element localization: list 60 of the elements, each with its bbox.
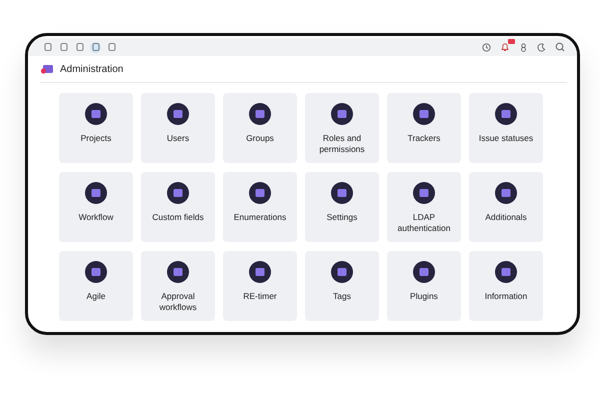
circle-icon — [413, 103, 435, 125]
circle-icon — [331, 261, 353, 283]
tile-label: Custom fields — [151, 212, 205, 223]
tile-label: Plugins — [409, 291, 439, 302]
admin-tile[interactable]: Plugins — [387, 251, 461, 321]
admin-tile[interactable]: Enumerations — [223, 172, 297, 242]
tile-label: Roles and permissions — [318, 133, 366, 155]
tile-label: Additionals — [484, 212, 528, 223]
moon-icon[interactable] — [537, 42, 546, 52]
page-title: Administration — [60, 64, 124, 74]
admin-tile[interactable]: Trackers — [387, 93, 461, 163]
admin-tile[interactable]: Tags — [305, 251, 379, 321]
admin-icon — [40, 63, 54, 75]
circle-icon — [167, 103, 189, 125]
clock-icon[interactable] — [482, 42, 491, 52]
admin-tile[interactable]: Workflow — [59, 172, 133, 242]
circle-icon — [85, 261, 107, 283]
bell-icon[interactable] — [500, 42, 510, 52]
admin-tile[interactable]: Custom fields — [141, 172, 215, 242]
circle-icon — [495, 103, 517, 125]
circle-icon — [331, 182, 353, 204]
tile-label: Agile — [86, 291, 106, 302]
admin-tile[interactable]: LDAP authentication — [387, 172, 461, 242]
admin-tile[interactable]: Approval workflows — [141, 251, 215, 321]
search-icon[interactable] — [555, 42, 565, 52]
tile-label: Groups — [245, 133, 275, 144]
admin-tile[interactable]: Groups — [223, 93, 297, 163]
circle-icon — [167, 261, 189, 283]
tile-label: Workflow — [78, 212, 114, 223]
admin-tile[interactable]: RE-timer — [223, 251, 297, 321]
tile-label: Tags — [332, 291, 352, 302]
circle-icon — [167, 182, 189, 204]
tile-label: Projects — [80, 133, 112, 144]
tile-label: Settings — [326, 212, 358, 223]
admin-tile[interactable]: Settings — [305, 172, 379, 242]
tile-label: Information — [484, 291, 528, 302]
circle-icon — [413, 261, 435, 283]
tile-label: RE-timer — [242, 291, 278, 302]
circle-icon — [495, 182, 517, 204]
tile-label: Trackers — [406, 133, 442, 144]
tile-label: Approval workflows — [158, 291, 198, 313]
circle-icon — [249, 103, 271, 125]
circle-icon — [85, 182, 107, 204]
tile-label: Enumerations — [232, 212, 288, 223]
circle-icon — [85, 103, 107, 125]
tile-label: Users — [166, 133, 190, 144]
admin-tile[interactable]: Information — [469, 251, 543, 321]
admin-tile[interactable]: Additionals — [469, 172, 543, 242]
circle-icon — [249, 182, 271, 204]
admin-tile[interactable]: Users — [141, 93, 215, 163]
admin-tile[interactable]: Roles and permissions — [305, 93, 379, 163]
admin-tile[interactable]: Issue statuses — [469, 93, 543, 163]
tile-label: Issue statuses — [478, 133, 534, 144]
circle-icon — [413, 182, 435, 204]
circle-icon — [249, 261, 271, 283]
circle-icon — [331, 103, 353, 125]
tile-label: LDAP authentication — [396, 212, 452, 234]
admin-tile[interactable]: Agile — [59, 251, 133, 321]
circle-icon — [495, 261, 517, 283]
admin-tile[interactable]: Projects — [59, 93, 133, 163]
